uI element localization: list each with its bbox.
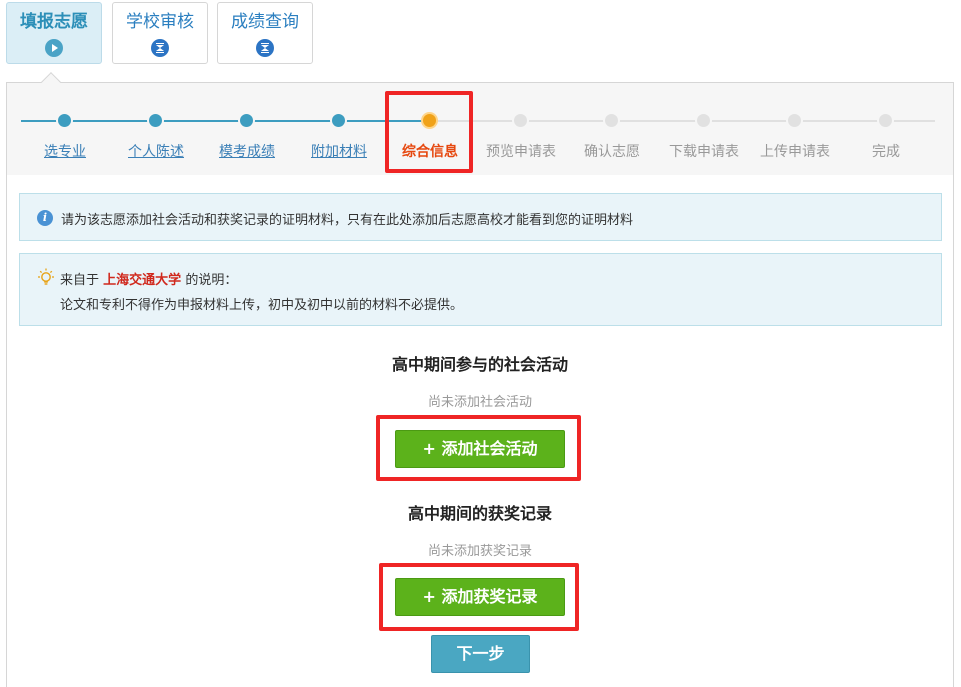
step-preview-application: 预览申请表 (486, 144, 556, 160)
step-download: 下载申请表 (669, 144, 739, 160)
tab-apply[interactable]: 填报志愿 (6, 2, 102, 64)
step-dot-confirm (603, 112, 620, 129)
hourglass-icon (151, 39, 169, 57)
step-upload: 上传申请表 (760, 144, 830, 160)
school-note-box: 来自于 上海交通大学 的说明： 论文和专利不得作为申报材料上传，初中及初中以前的… (19, 253, 942, 326)
school-note-heading: 来自于 上海交通大学 的说明： (60, 269, 237, 288)
school-note-prefix: 来自于 (60, 273, 100, 288)
step-dot-complete (877, 112, 894, 129)
steps-progress-bar: 选专业 个人陈述 模考成绩 附加材料 综合信息 预览申请表 确认志愿 下载申请表… (7, 83, 953, 175)
step-confirm: 确认志愿 (584, 144, 640, 160)
main-panel: 选专业 个人陈述 模考成绩 附加材料 综合信息 预览申请表 确认志愿 下载申请表… (6, 82, 954, 687)
step-comprehensive-info: 综合信息 (402, 144, 458, 160)
activities-empty-text: 尚未添加社会活动 (427, 395, 532, 410)
play-circle-icon (45, 39, 63, 57)
lightbulb-icon (38, 268, 54, 285)
step-dot-select-major (56, 112, 73, 129)
tab-school-review[interactable]: 学校审核 (112, 2, 208, 64)
school-note-suffix: 的说明： (185, 273, 238, 288)
step-dot-upload (786, 112, 803, 129)
awards-empty-text: 尚未添加获奖记录 (427, 544, 532, 559)
step-dot-comprehensive-info (421, 112, 438, 129)
step-select-major[interactable]: 选专业 (20, 141, 110, 161)
step-dot-preview-application (512, 112, 529, 129)
step-additional-materials[interactable]: 附加材料 (294, 141, 384, 161)
add-award-button[interactable]: + 添加获奖记录 (395, 578, 565, 616)
notice-text: 请为该志愿添加社会活动和获奖记录的证明材料，只有在此处添加后志愿高校才能看到您的… (61, 213, 634, 228)
hourglass-icon (256, 39, 274, 57)
step-dot-download (695, 112, 712, 129)
tab-apply-label: 填报志愿 (20, 12, 88, 32)
notice-box: i 请为该志愿添加社会活动和获奖记录的证明材料，只有在此处添加后志愿高校才能看到… (19, 193, 942, 241)
step-personal-statement[interactable]: 个人陈述 (111, 141, 201, 161)
school-name: 上海交通大学 (103, 273, 182, 288)
add-activity-button[interactable]: + 添加社会活动 (395, 430, 565, 468)
step-complete: 完成 (872, 144, 900, 160)
tab-score-query-label: 成绩查询 (231, 12, 299, 32)
tab-school-review-label: 学校审核 (126, 12, 194, 32)
tab-score-query[interactable]: 成绩查询 (217, 2, 313, 64)
next-step-button[interactable]: 下一步 (431, 635, 530, 673)
school-note-body: 论文和专利不得作为申报材料上传，初中及初中以前的材料不必提供。 (60, 298, 464, 313)
step-dot-mock-scores (238, 112, 255, 129)
step-dot-personal-statement (147, 112, 164, 129)
info-icon: i (37, 210, 53, 226)
step-dot-additional-materials (330, 112, 347, 129)
awards-title: 高中期间的获奖记录 (407, 504, 552, 523)
activities-title: 高中期间参与的社会活动 (391, 355, 568, 374)
step-mock-scores[interactable]: 模考成绩 (202, 141, 292, 161)
steps-track-done (21, 120, 429, 122)
